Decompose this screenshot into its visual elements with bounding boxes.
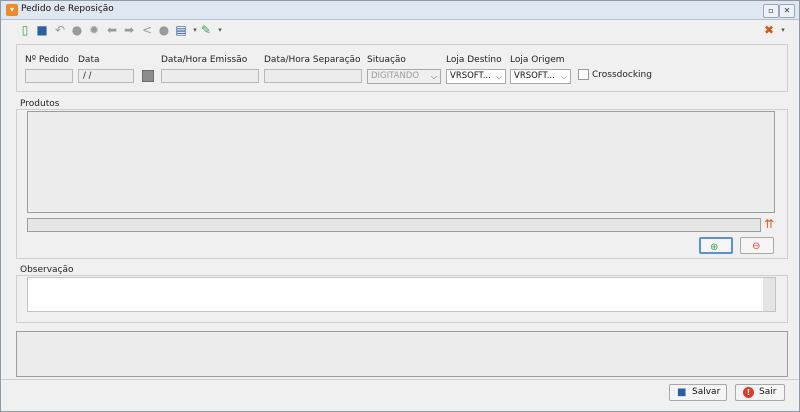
calendar-icon[interactable] (142, 70, 154, 82)
circle-icon[interactable]: ● (70, 23, 84, 37)
numero-pedido-field[interactable] (25, 69, 73, 83)
vertical-scrollbar[interactable] (763, 278, 775, 311)
toolbar: ▯ ■ ↶ ● ✹ ⬅ ➡ < ● ▤ ▾ ✎ ▾ ✖ ▾ (1, 20, 799, 42)
app-icon: ▾ (6, 4, 18, 16)
save-button-label: Salvar (692, 387, 721, 397)
loja-destino-value: VRSOFT... (450, 71, 491, 81)
crossdocking-label: Crossdocking (592, 70, 652, 80)
remove-item-button[interactable]: ⊖ (740, 237, 774, 254)
arrow-left-icon[interactable]: ⬅ (105, 23, 119, 37)
remove-icon: ⊖ (752, 241, 761, 252)
crossdocking-checkbox[interactable] (578, 69, 589, 80)
print-icon[interactable]: ▤ (174, 23, 188, 37)
produtos-label: Produtos (20, 99, 60, 109)
data-hora-separacao-label: Data/Hora Separação (264, 55, 361, 65)
exit-icon: ! (743, 387, 754, 398)
data-hora-separacao-field[interactable] (264, 69, 362, 83)
close-button[interactable]: ✕ (779, 4, 795, 18)
chevron-down-icon[interactable]: ▾ (776, 23, 790, 37)
chevron-down-icon: ⌵ (495, 72, 502, 81)
footer-divider (1, 379, 799, 380)
export-icon[interactable]: ✎ (199, 23, 213, 37)
save-button[interactable]: ■ Salvar (669, 384, 727, 401)
loja-destino-select[interactable]: VRSOFT... ⌵ (446, 69, 506, 84)
status-panel (16, 331, 788, 377)
observacao-textarea[interactable] (27, 277, 776, 312)
chevron-down-icon: ⌵ (430, 72, 437, 81)
data-hora-emissao-label: Data/Hora Emissão (161, 55, 248, 65)
horizontal-scrollbar[interactable] (27, 218, 761, 232)
save-icon[interactable]: ■ (35, 23, 49, 37)
save-icon: ■ (677, 387, 687, 398)
main-window: ▾ Pedido de Reposição ▫ ✕ ▯ ■ ↶ ● ✹ ⬅ ➡ … (0, 0, 800, 412)
tools-icon[interactable]: ✖ (762, 23, 776, 37)
window-title: Pedido de Reposição (21, 4, 114, 14)
arrow-right-icon[interactable]: ➡ (122, 23, 136, 37)
new-icon[interactable]: ▯ (18, 23, 32, 37)
data-hora-emissao-field[interactable] (161, 69, 259, 83)
data-field[interactable]: / / (78, 69, 134, 83)
situacao-select[interactable]: DIGITANDO ⌵ (367, 69, 441, 84)
produtos-table[interactable] (27, 111, 775, 213)
observacao-label: Observação (20, 265, 74, 275)
situacao-label: Situação (367, 55, 406, 65)
situacao-value: DIGITANDO (371, 71, 420, 81)
loja-origem-label: Loja Origem (510, 55, 565, 65)
title-bar: ▾ Pedido de Reposição ▫ ✕ (1, 1, 799, 20)
numero-pedido-label: Nº Pedido (25, 55, 69, 65)
circle-icon[interactable]: ● (157, 23, 171, 37)
loja-destino-label: Loja Destino (446, 55, 502, 65)
chevron-down-icon: ⌵ (560, 72, 567, 81)
data-label: Data (78, 55, 100, 65)
add-icon: ⊕ (710, 242, 719, 253)
loja-origem-value: VRSOFT... (514, 71, 555, 81)
restore-button[interactable]: ▫ (763, 4, 779, 18)
undo-icon[interactable]: ↶ (53, 23, 67, 37)
share-icon[interactable]: < (140, 23, 154, 37)
exit-button-label: Sair (759, 387, 777, 397)
header-panel (16, 44, 788, 92)
exit-button[interactable]: ! Sair (735, 384, 785, 401)
add-item-button[interactable]: ⊕ (699, 237, 733, 254)
chevron-down-icon[interactable]: ▾ (213, 23, 227, 37)
sort-icon[interactable]: ⇈ (762, 217, 776, 231)
gear-icon[interactable]: ✹ (87, 23, 101, 37)
loja-origem-select[interactable]: VRSOFT... ⌵ (510, 69, 571, 84)
